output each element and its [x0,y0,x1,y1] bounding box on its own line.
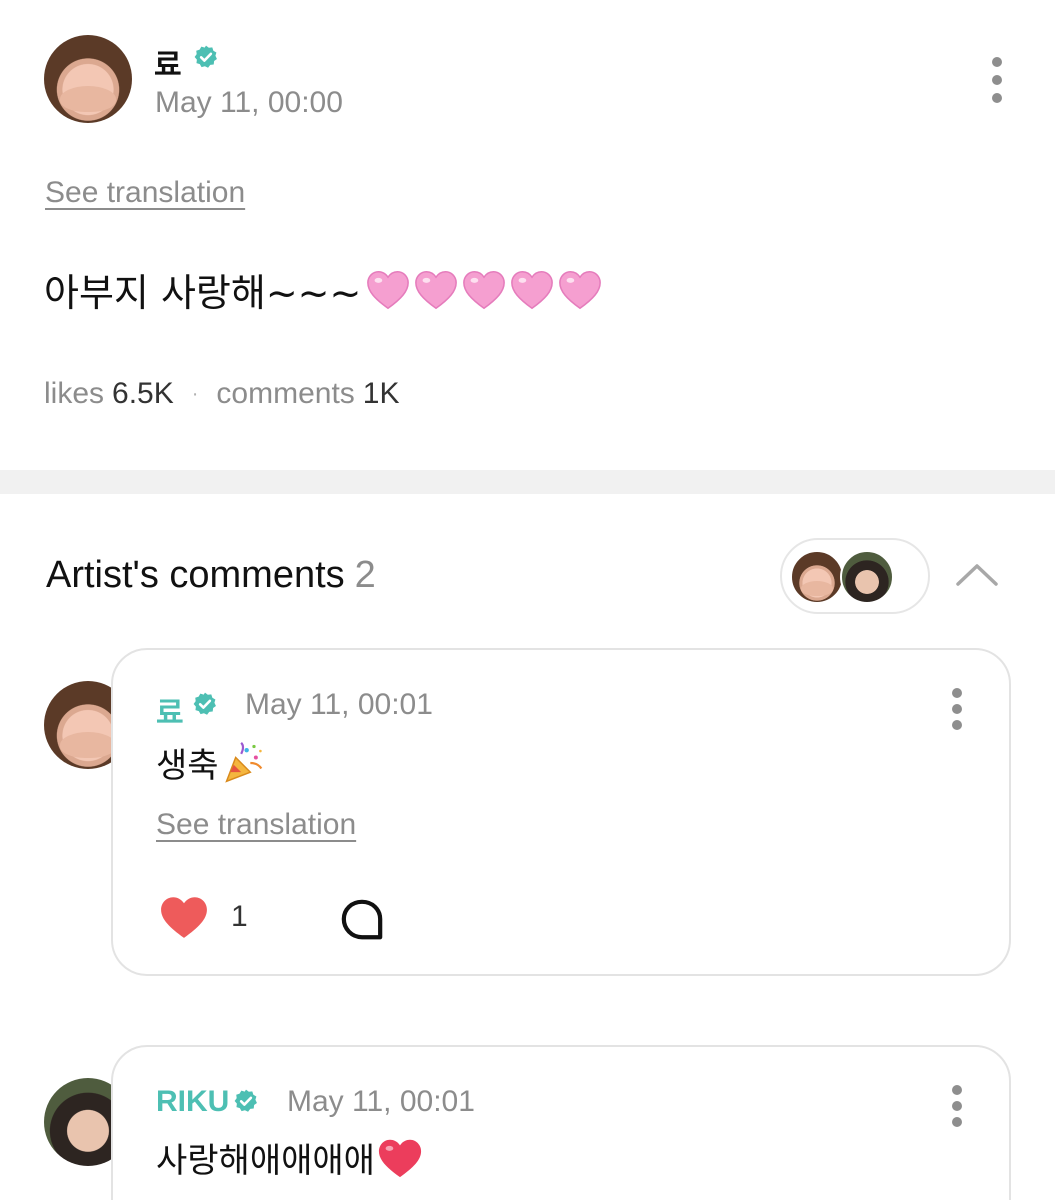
post-stats: likes 6.5K · comments 1K [44,377,399,411]
comment-like-count: 1 [231,900,248,933]
comment-see-translation-link[interactable]: See translation [156,808,356,842]
comment-text: 생축 [156,746,219,786]
author-name[interactable]: 료 [154,40,182,84]
pink-heart-icon [415,270,458,309]
verified-badge-icon [194,45,217,68]
comment-timestamp: May 11, 00:01 [245,688,433,721]
heart-icon[interactable] [159,894,209,940]
comments-count[interactable]: 1K [363,377,400,411]
pink-hearts [365,267,605,313]
post-more-options-icon[interactable] [985,55,1009,105]
comment-text: 사랑해애애애애 [156,1141,375,1181]
comment-author-name[interactable]: RIKU [156,1085,229,1119]
pink-heart-icon [463,270,506,309]
party-popper-icon [224,741,262,783]
artist-comments-count: 2 [354,554,376,596]
post-see-translation-link[interactable]: See translation [45,176,245,210]
section-divider [0,470,1055,494]
likes-count[interactable]: 6.5K [112,377,174,411]
comment-card: 료 May 11, 00:01 생축 See translation 1 [111,648,1011,976]
likes-label: likes [44,377,105,410]
stats-separator: · [191,382,199,405]
comment-author-name[interactable]: 료 [156,688,184,732]
comments-label: comments [216,377,355,410]
artist-avatars-pill[interactable] [780,538,930,614]
post-timestamp: May 11, 00:00 [155,86,343,119]
comment-card: RIKU May 11, 00:01 사랑해애애애애 [111,1045,1011,1200]
post: 료 May 11, 00:00 See translation 아부지 사랑해~… [0,0,1055,470]
comment-timestamp: May 11, 00:01 [287,1085,475,1118]
artist-comments-title: Artist's comments [46,554,345,596]
comment-body: 사랑해애애애애 [156,1133,423,1182]
chevron-up-icon[interactable] [952,556,1002,592]
artist-avatar-ryo [790,550,844,604]
reply-icon[interactable] [339,898,385,942]
post-body: 아부지 사랑해~~~ [44,262,605,317]
verified-badge-icon [234,1089,257,1112]
red-heart-icon [378,1139,422,1177]
pink-heart-icon [367,270,410,309]
artist-avatar-riku [840,550,894,604]
pink-heart-icon [511,270,554,309]
author-avatar[interactable] [44,35,132,123]
artist-comments-header: Artist's comments 2 [46,554,376,597]
comment-like-button[interactable]: 1 [159,894,248,940]
comment-body: 생축 [156,738,265,787]
verified-badge-icon [193,692,216,715]
post-body-text: 아부지 사랑해~~~ [44,271,362,315]
comment-more-options-icon[interactable] [945,1083,969,1133]
comment-more-options-icon[interactable] [945,686,969,736]
pink-heart-icon [559,270,602,309]
